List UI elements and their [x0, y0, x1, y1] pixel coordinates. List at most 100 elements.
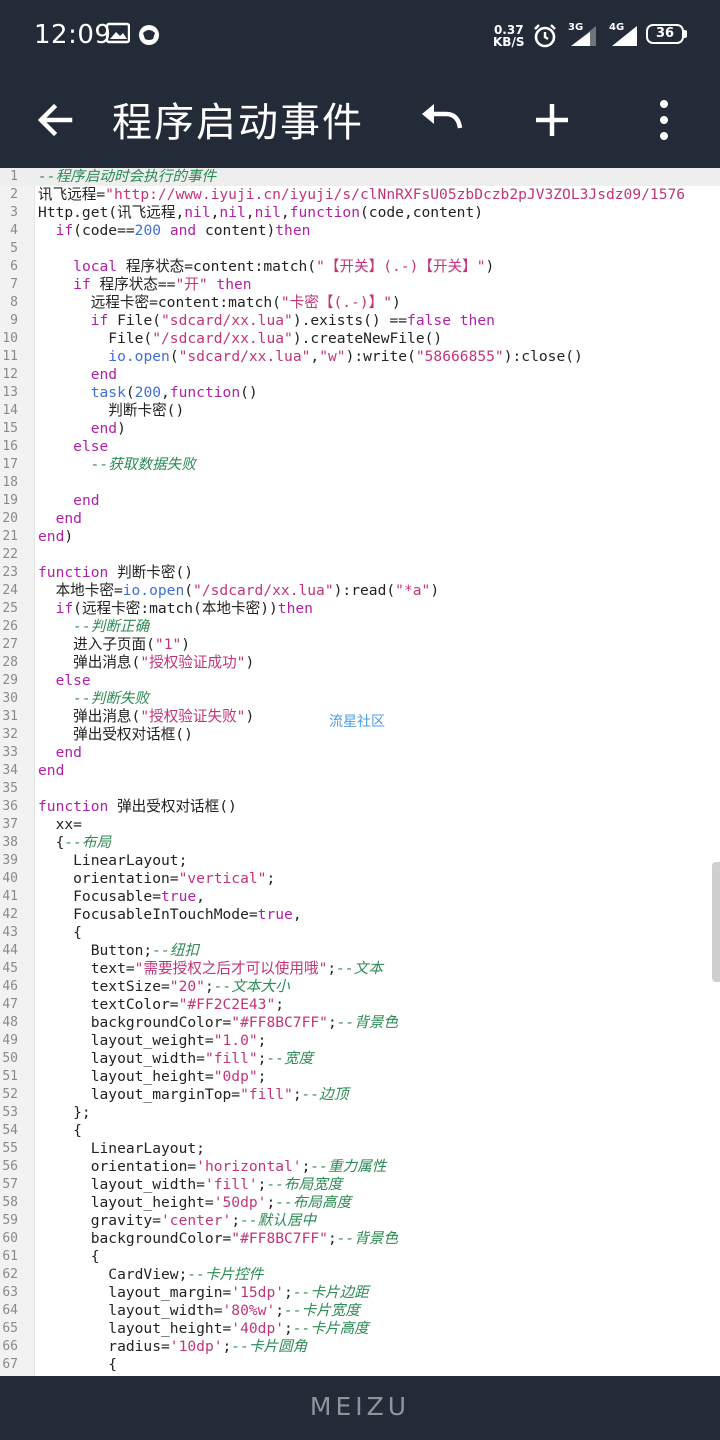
code-token: layout_width= — [38, 1050, 205, 1067]
code-line[interactable]: 63 layout_margin='15dp';--卡片边距 — [0, 1284, 720, 1302]
back-button[interactable] — [28, 92, 84, 148]
code-line[interactable]: 55 LinearLayout; — [0, 1140, 720, 1158]
undo-button[interactable] — [412, 92, 468, 148]
code-token: --程序启动时会执行的事件 — [38, 168, 217, 185]
code-line[interactable]: 23 function 判断卡密() — [0, 564, 720, 582]
code-line[interactable]: 38 {--布局 — [0, 834, 720, 852]
code-text: 弹出受权对话框() — [38, 726, 193, 744]
code-line[interactable]: 44 Button;--纽扣 — [0, 942, 720, 960]
code-line[interactable]: 43 { — [0, 924, 720, 942]
code-line[interactable]: 48 backgroundColor="#FF8BC7FF";--背景色 — [0, 1014, 720, 1032]
code-token: "授权验证成功" — [140, 654, 246, 671]
code-line[interactable]: 17 --获取数据失败 — [0, 456, 720, 474]
code-line[interactable]: 21 end) — [0, 528, 720, 546]
code-line[interactable]: 4 if(code==200 and content)then — [0, 222, 720, 240]
code-line[interactable]: 15 end) — [0, 420, 720, 438]
code-line[interactable]: 33 end — [0, 744, 720, 762]
line-number: 7 — [10, 277, 18, 292]
code-line[interactable]: 37 xx= — [0, 816, 720, 834]
code-line[interactable]: 58 layout_height='50dp';--布局高度 — [0, 1194, 720, 1212]
code-token: layout_width= — [38, 1302, 223, 1319]
code-line[interactable]: 9 if File("sdcard/xx.lua").exists() ==fa… — [0, 312, 720, 330]
more-options-button[interactable] — [636, 92, 692, 148]
more-vert-icon — [660, 100, 668, 140]
code-line[interactable]: 5 — [0, 240, 720, 258]
code-line[interactable]: 6 local 程序状态=content:match("【开关】(.-)【开关】… — [0, 258, 720, 276]
code-editor[interactable]: 1 --程序启动时会执行的事件 2 讯飞远程="http://www.iyuji.cn… — [0, 168, 720, 1376]
add-button[interactable] — [524, 92, 580, 148]
code-line[interactable]: 42 FocusableInTouchMode=true, — [0, 906, 720, 924]
code-line[interactable]: 57 layout_width='fill';--布局宽度 — [0, 1176, 720, 1194]
code-token: backgroundColor= — [38, 1230, 232, 1247]
code-line[interactable]: 30 --判断失败 — [0, 690, 720, 708]
code-line[interactable]: 18 — [0, 474, 720, 492]
code-line[interactable]: 54 { — [0, 1122, 720, 1140]
code-token: 弹出消息( — [38, 708, 141, 725]
code-token: true — [257, 906, 293, 923]
code-line[interactable]: 26 --判断正确 — [0, 618, 720, 636]
code-line[interactable]: 10 File("/sdcard/xx.lua").createNewFile(… — [0, 330, 720, 348]
line-number: 60 — [2, 1231, 18, 1246]
code-line[interactable]: 20 end — [0, 510, 720, 528]
code-line[interactable]: 40 orientation="vertical"; — [0, 870, 720, 888]
code-line[interactable]: 45 text="需要授权之后才可以使用哦";--文本 — [0, 960, 720, 978]
code-line[interactable]: 64 layout_width='80%w';--卡片宽度 — [0, 1302, 720, 1320]
code-line[interactable]: 52 layout_marginTop="fill";--边顶 — [0, 1086, 720, 1104]
code-line[interactable]: 34 end — [0, 762, 720, 780]
code-line[interactable]: 1 --程序启动时会执行的事件 — [0, 168, 720, 186]
code-line[interactable]: 27 进入子页面("1") — [0, 636, 720, 654]
code-line[interactable]: 59 gravity='center';--默认居中 — [0, 1212, 720, 1230]
code-line[interactable]: 35 — [0, 780, 720, 798]
code-line[interactable]: 46 textSize="20";--文本大小 — [0, 978, 720, 996]
code-line[interactable]: 60 backgroundColor="#FF8BC7FF";--背景色 — [0, 1230, 720, 1248]
code-line[interactable]: 62 CardView;--卡片控件 — [0, 1266, 720, 1284]
code-line[interactable]: 22 — [0, 546, 720, 564]
line-number: 9 — [10, 313, 18, 328]
line-number: 57 — [2, 1177, 18, 1192]
code-line[interactable]: 11 io.open("sdcard/xx.lua","w"):write("5… — [0, 348, 720, 366]
code-line[interactable]: 19 end — [0, 492, 720, 510]
code-line[interactable]: 13 task(200,function() — [0, 384, 720, 402]
code-line[interactable]: 41 Focusable=true, — [0, 888, 720, 906]
code-line[interactable]: 29 else — [0, 672, 720, 690]
editor-scrollbar[interactable] — [712, 862, 720, 982]
code-text: function 判断卡密() — [38, 564, 193, 582]
code-token: FocusableInTouchMode= — [38, 906, 258, 923]
code-text: Button;--纽扣 — [38, 942, 199, 960]
code-token: ; — [275, 996, 285, 1013]
code-line[interactable]: 61 { — [0, 1248, 720, 1266]
code-line[interactable]: 3 Http.get(讯飞远程,nil,nil,nil,function(code… — [0, 204, 720, 222]
code-text: end) — [38, 420, 126, 438]
code-line[interactable]: 7 if 程序状态=="开" then — [0, 276, 720, 294]
code-line[interactable]: 16 else — [0, 438, 720, 456]
code-token: ) — [181, 636, 191, 653]
code-line[interactable]: 12 end — [0, 366, 720, 384]
code-text: orientation='horizontal';--重力属性 — [38, 1158, 387, 1176]
code-token: 200 — [134, 384, 162, 401]
code-line[interactable]: 49 layout_weight="1.0"; — [0, 1032, 720, 1050]
code-line[interactable]: 24 本地卡密=io.open("/sdcard/xx.lua"):read("… — [0, 582, 720, 600]
code-line[interactable]: 53 }; — [0, 1104, 720, 1122]
code-line[interactable]: 2 讯飞远程="http://www.iyuji.cn/iyuji/s/clNnR… — [0, 186, 720, 204]
code-token: --边顶 — [301, 1086, 349, 1103]
line-number: 42 — [2, 907, 18, 922]
line-number: 16 — [2, 439, 18, 454]
code-line[interactable]: 50 layout_width="fill";--宽度 — [0, 1050, 720, 1068]
code-line[interactable]: 51 layout_height="0dp"; — [0, 1068, 720, 1086]
code-line[interactable]: 28 弹出消息("授权验证成功") — [0, 654, 720, 672]
code-token: ( — [184, 582, 194, 599]
line-number: 27 — [2, 637, 18, 652]
code-text: function 弹出受权对话框() — [38, 798, 237, 816]
code-line[interactable]: 39 LinearLayout; — [0, 852, 720, 870]
code-line[interactable]: 25 if(远程卡密:match(本地卡密))then — [0, 600, 720, 618]
code-line[interactable]: 36 function 弹出受权对话框() — [0, 798, 720, 816]
code-line[interactable]: 65 layout_height='40dp';--卡片高度 — [0, 1320, 720, 1338]
code-line[interactable]: 8 远程卡密=content:match("卡密【(.-)】") — [0, 294, 720, 312]
code-line[interactable]: 14 判断卡密() — [0, 402, 720, 420]
code-line[interactable]: 66 radius='10dp';--卡片圆角 — [0, 1338, 720, 1356]
code-line[interactable]: 56 orientation='horizontal';--重力属性 — [0, 1158, 720, 1176]
code-line[interactable]: 47 textColor="#FF2C2E43"; — [0, 996, 720, 1014]
code-line[interactable]: 67 { — [0, 1356, 720, 1374]
